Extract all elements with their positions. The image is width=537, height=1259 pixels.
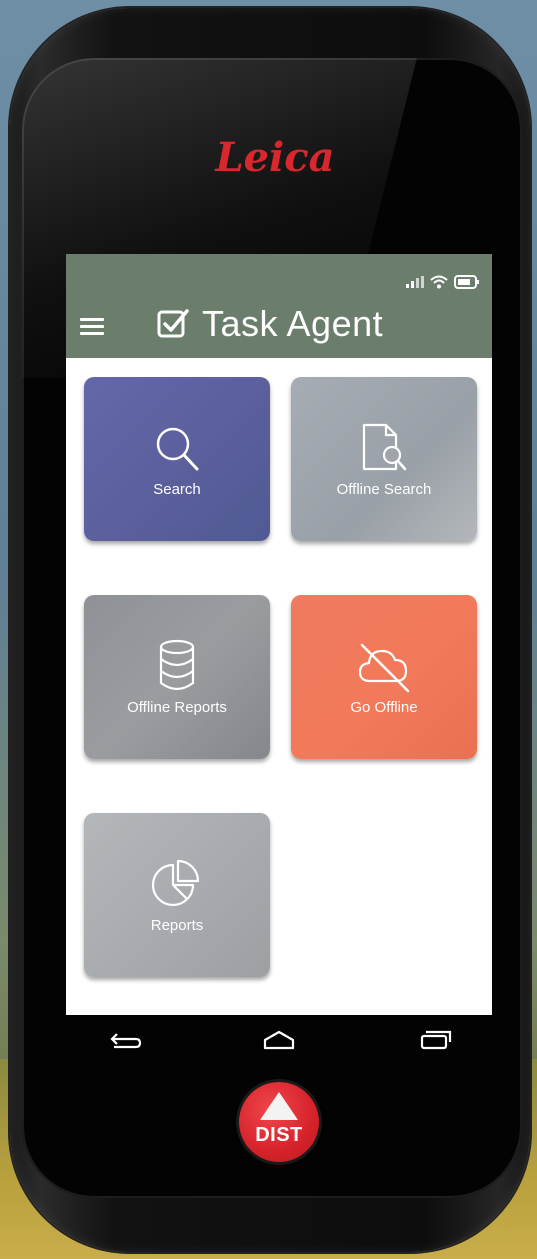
wifi-icon: [430, 275, 448, 289]
database-icon: [159, 639, 195, 691]
triangle-up-icon: [260, 1092, 298, 1120]
back-icon[interactable]: [104, 1024, 144, 1054]
app-title: Task Agent: [202, 303, 384, 344]
menu-line: [80, 325, 104, 328]
home-icon[interactable]: [259, 1024, 299, 1054]
app-title-group: Task Agent: [156, 302, 383, 346]
menu-line: [80, 332, 104, 335]
android-nav-bar: [66, 1016, 492, 1066]
menu-line: [80, 318, 104, 321]
app-bar: Task Agent: [66, 254, 492, 358]
pie-chart-icon: [151, 859, 200, 907]
dist-measure-button[interactable]: DIST: [239, 1082, 319, 1162]
battery-icon: [454, 275, 479, 289]
search-tile[interactable]: Search: [84, 377, 270, 541]
go-offline-tile[interactable]: Go Offline: [291, 595, 477, 759]
brand-logo: Leica: [215, 134, 335, 181]
hamburger-menu-button[interactable]: [80, 318, 104, 336]
search-icon: [156, 427, 199, 471]
cloud-off-icon: [358, 643, 410, 693]
reports-tile-label: Reports: [150, 917, 204, 934]
offline-reports-tile-label: Offline Reports: [127, 699, 227, 716]
status-bar: [406, 274, 480, 290]
go-offline-tile-label: Go Offline: [350, 699, 418, 716]
reports-tile[interactable]: Reports: [84, 813, 270, 977]
app-screen: Task Agent Search Offline Search Offline…: [66, 254, 492, 1015]
offline-reports-tile[interactable]: Offline Reports: [84, 595, 270, 759]
dist-button-label: DIST: [255, 1124, 303, 1146]
search-tile-label: Search: [153, 481, 201, 498]
file-search-icon: [362, 423, 407, 471]
offline-search-tile[interactable]: Offline Search: [291, 377, 477, 541]
recents-icon[interactable]: [414, 1024, 454, 1054]
checkbox-checked-icon: [157, 309, 189, 338]
signal-icon: [406, 276, 424, 288]
offline-search-tile-label: Offline Search: [336, 481, 432, 498]
